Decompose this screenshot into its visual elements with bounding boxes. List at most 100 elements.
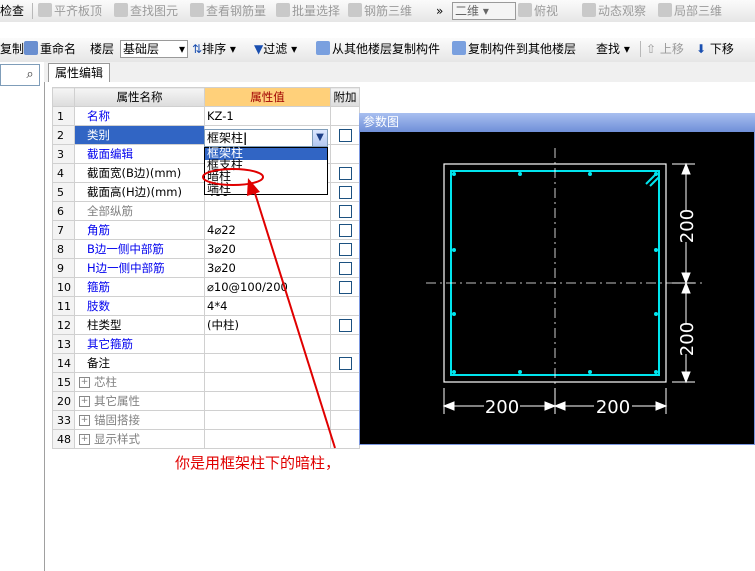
table-row[interactable]: 14 备注 [52,353,360,373]
extra-checkbox[interactable] [338,262,352,275]
dynamic-view-button[interactable]: 动态观察 [582,2,646,20]
property-value[interactable]: 4*4 [204,296,331,316]
property-name[interactable]: 箍筋 [74,277,205,297]
property-group[interactable]: + 显示样式 [74,429,205,449]
more-button[interactable]: » [436,2,443,20]
name-column-header[interactable]: 属性名称 [74,87,205,107]
extra-checkbox[interactable] [338,186,352,199]
down-arrow-icon: ⬇ [696,42,707,56]
property-value[interactable]: 3⌀20 [204,258,331,278]
view-mode-select[interactable]: 二维 ▾ [452,2,516,20]
expand-icon[interactable]: + [79,415,90,426]
property-value[interactable] [204,353,331,373]
property-group[interactable]: + 芯柱 [74,372,205,392]
expand-icon[interactable]: + [79,396,90,407]
copy-button[interactable]: 复制 [0,40,24,58]
property-name[interactable]: 截面宽(B边)(mm) [74,163,205,183]
property-name[interactable]: H边一侧中部筋 [74,258,205,278]
extra-checkbox[interactable] [338,243,352,256]
property-value[interactable] [204,372,331,392]
table-row[interactable]: 11 肢数 4*4 [52,296,360,316]
table-row[interactable]: 6 全部纵筋 [52,201,360,221]
property-name[interactable]: 类别 [74,125,205,145]
property-name[interactable]: 名称 [74,106,205,126]
table-row[interactable]: 12 柱类型 (中柱) [52,315,360,335]
property-value[interactable] [204,429,331,449]
batch-select-button[interactable]: 批量选择 [276,2,340,20]
find-button[interactable]: 查找 ▾ [596,40,630,58]
property-value[interactable]: KZ-1 [204,106,331,126]
property-group[interactable]: + 其它属性 [74,391,205,411]
extra-column-header[interactable]: 附加 [330,87,360,107]
table-row[interactable]: 1 名称 KZ-1 [52,106,360,126]
floor-select[interactable]: 基础层 ▾ [120,40,188,58]
view-rebar-button[interactable]: 查看钢筋量 [190,2,266,20]
property-name[interactable]: 截面编辑 [74,144,205,164]
property-value[interactable]: (中柱) [204,315,331,335]
property-value[interactable]: ⌀10@100/200 [204,277,331,297]
property-group[interactable]: + 锚固搭接 [74,410,205,430]
expand-icon[interactable]: + [79,377,90,388]
copy-from-floor-button[interactable]: 从其他楼层复制构件 [316,40,440,58]
move-up-button[interactable]: ⇧ 上移 [646,40,684,58]
extra-checkbox[interactable] [338,224,352,237]
check-button[interactable]: 检查 [0,2,24,20]
table-row[interactable]: 7 角筋 4⌀22 [52,220,360,240]
filter-button[interactable]: ▼过滤 ▾ [254,40,297,58]
rebar-3d-button[interactable]: 钢筋三维 [348,2,412,20]
property-name[interactable]: B边一侧中部筋 [74,239,205,259]
property-name[interactable]: 截面高(H边)(mm) [74,182,205,202]
rebar-dot [588,370,592,374]
property-name[interactable]: 备注 [74,353,205,373]
property-value[interactable]: 3⌀20 [204,239,331,259]
extra-checkbox[interactable] [338,319,352,332]
chevron-down-icon[interactable]: ▼ [312,130,327,146]
toolbar-gap [0,22,755,38]
property-value[interactable] [204,391,331,411]
local-3d-button[interactable]: 局部三维 [658,2,722,20]
extra-checkbox[interactable] [338,281,352,294]
property-value[interactable] [204,334,331,354]
search-icon[interactable]: ⌕ [20,66,40,84]
sort-button[interactable]: ⇅排序 ▾ [192,40,236,58]
extra-checkbox[interactable] [338,129,352,142]
top-view-button[interactable]: 俯视 [518,2,558,20]
property-name[interactable]: 全部纵筋 [74,201,205,221]
table-row[interactable]: 15 + 芯柱 [52,372,360,392]
property-name[interactable]: 肢数 [74,296,205,316]
property-name[interactable]: 其它箍筋 [74,334,205,354]
component-list-pane [0,62,45,571]
dropdown-option[interactable]: 端柱 [205,182,327,195]
property-value[interactable] [204,201,331,221]
find-element-button[interactable]: 查找图元 [114,2,178,20]
flat-top-button[interactable]: 平齐板顶 [38,2,102,20]
extra-cell [330,182,360,202]
table-row[interactable]: 10 箍筋 ⌀10@100/200 [52,277,360,297]
expand-icon[interactable]: + [79,434,90,445]
up-arrow-icon: ⇧ [646,42,657,56]
extra-checkbox[interactable] [338,167,352,180]
table-row[interactable]: 9 H边一侧中部筋 3⌀20 [52,258,360,278]
row-number: 9 [52,258,75,278]
table-row[interactable]: 33 + 锚固搭接 [52,410,360,430]
property-value[interactable]: 4⌀22 [204,220,331,240]
property-name[interactable]: 柱类型 [74,315,205,335]
batch-icon [276,3,290,17]
move-down-button[interactable]: ⬇ 下移 [696,40,734,58]
local3d-icon [658,3,672,17]
property-value[interactable] [204,410,331,430]
value-column-header[interactable]: 属性值 [204,87,331,107]
extra-checkbox[interactable] [338,357,352,370]
copy-to-floor-button[interactable]: 复制构件到其他楼层 [452,40,576,58]
category-combobox[interactable]: 框架柱| [204,129,328,147]
property-name[interactable]: 角筋 [74,220,205,240]
table-row[interactable]: 13 其它箍筋 [52,334,360,354]
tab-attribute-edit[interactable]: 属性编辑 [48,63,110,82]
copy-from-label: 从其他楼层复制构件 [332,42,441,56]
rename-button[interactable]: 重命名 [24,40,76,58]
extra-checkbox[interactable] [338,205,352,218]
annotation-text: 你是用框架柱下的暗柱， [175,454,341,472]
table-row[interactable]: 48 + 显示样式 [52,429,360,449]
table-row[interactable]: 8 B边一侧中部筋 3⌀20 [52,239,360,259]
table-row[interactable]: 20 + 其它属性 [52,391,360,411]
